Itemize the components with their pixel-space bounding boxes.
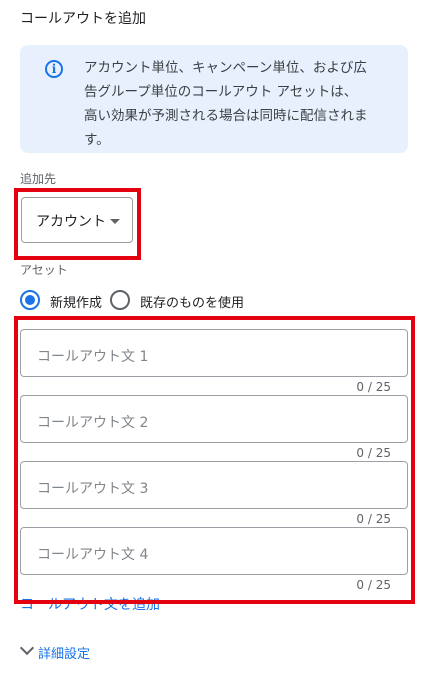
advanced-settings-toggle[interactable]: 詳細設定 [38, 643, 90, 662]
chevron-down-icon[interactable] [19, 640, 35, 656]
radio-new-label[interactable]: 新規作成 [50, 292, 102, 311]
highlight-box-destination [14, 188, 141, 260]
panel-title: コールアウトを追加 [20, 11, 146, 27]
asset-label: アセット [20, 263, 68, 277]
info-line: 高い効果が予測される場合は同時に配信されま [84, 108, 368, 124]
info-line: す。 [84, 132, 110, 148]
radio-existing-label[interactable]: 既存のものを使用 [140, 292, 244, 311]
radio-selected-dot [25, 295, 35, 305]
info-icon: i [45, 60, 63, 78]
highlight-box-fields [14, 316, 415, 604]
destination-label: 追加先 [20, 172, 57, 186]
info-text: アカウント単位、キャンペーン単位、および広 告グループ単位のコールアウト アセッ… [84, 56, 390, 152]
info-line: 告グループ単位のコールアウト アセットは、 [84, 84, 358, 100]
radio-new[interactable] [20, 290, 40, 310]
info-line: アカウント単位、キャンペーン単位、および広 [84, 60, 367, 76]
radio-existing[interactable] [110, 290, 130, 310]
